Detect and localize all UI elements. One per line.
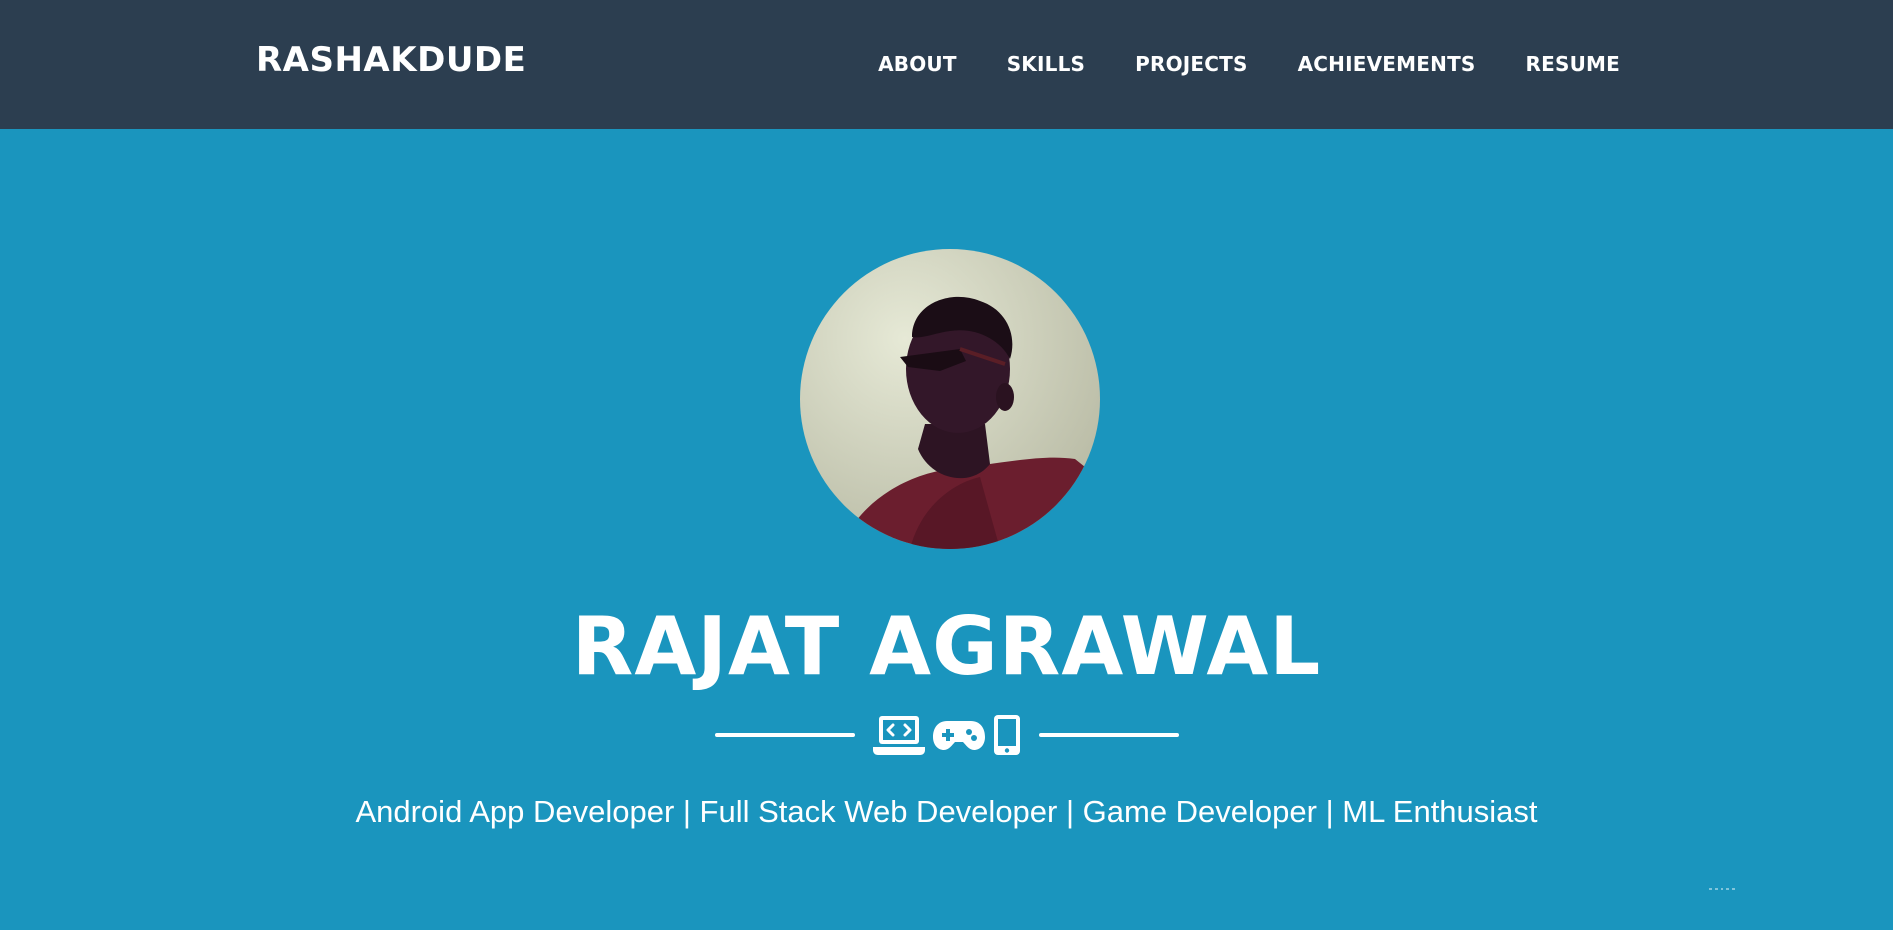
nav-link-skills[interactable]: SKILLS <box>1007 52 1085 76</box>
hero-section: RAJAT AGRAWAL Android App Developer | Fu… <box>0 129 1893 930</box>
nav-link-achievements[interactable]: ACHIEVEMENTS <box>1298 52 1476 76</box>
nav-link-resume[interactable]: RESUME <box>1526 52 1620 76</box>
laptop-code-icon <box>872 716 925 755</box>
gamepad-icon <box>932 721 985 750</box>
divider-icons <box>872 714 1021 756</box>
mobile-phone-icon <box>993 715 1020 755</box>
profile-photo <box>800 249 1100 549</box>
decorative-dots <box>1709 888 1735 892</box>
navbar: RASHAKDUDE ABOUT SKILLS PROJECTS ACHIEVE… <box>0 0 1893 129</box>
nav-link-projects[interactable]: PROJECTS <box>1135 52 1248 76</box>
nav-link-about[interactable]: ABOUT <box>878 52 957 76</box>
profile-avatar <box>800 249 1100 549</box>
nav-links: ABOUT SKILLS PROJECTS ACHIEVEMENTS RESUM… <box>878 52 1620 76</box>
brand-logo[interactable]: RASHAKDUDE <box>256 40 526 80</box>
divider-line-right <box>1038 733 1179 737</box>
divider-line-left <box>714 733 855 737</box>
hero-subtitle: Android App Developer | Full Stack Web D… <box>355 794 1538 829</box>
hero-name: RAJAT AGRAWAL <box>571 600 1322 693</box>
hero-divider <box>0 710 1893 760</box>
